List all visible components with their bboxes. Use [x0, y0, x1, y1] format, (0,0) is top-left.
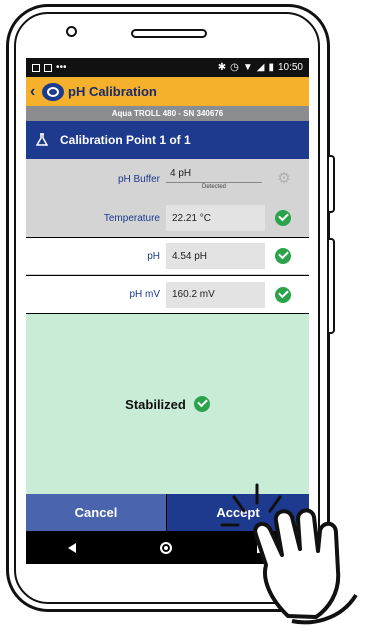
- app-logo-icon: [42, 82, 64, 101]
- gear-icon[interactable]: ⚙: [276, 171, 292, 187]
- back-icon[interactable]: [68, 542, 77, 553]
- volume-button: [329, 155, 335, 213]
- front-camera: [66, 26, 77, 37]
- ph-label: pH: [147, 250, 160, 262]
- ph-mv-row: pH mV 160.2 mV: [26, 276, 309, 313]
- device-label: Aqua TROLL 480 - SN 340676: [26, 106, 309, 121]
- chevron-left-icon[interactable]: ‹: [30, 83, 40, 101]
- check-icon: [275, 210, 291, 226]
- ph-buffer-value: 4 pH: [170, 168, 192, 179]
- temperature-label: Temperature: [103, 212, 160, 224]
- stability-panel: Stabilized: [26, 314, 309, 494]
- stabilized-status: Stabilized: [125, 396, 186, 412]
- battery-icon: ▮: [268, 62, 274, 73]
- ph-mv-label: pH mV: [129, 289, 160, 300]
- app-bar: ‹ pH Calibration: [26, 77, 309, 106]
- notification-icon: [32, 63, 40, 72]
- temperature-row: Temperature 22.21 °C: [26, 199, 309, 237]
- notification-icon: [44, 63, 52, 72]
- tap-hand-icon: [220, 483, 358, 625]
- detected-note: Detected: [201, 184, 226, 190]
- calibration-header: Calibration Point 1 of 1: [26, 121, 309, 159]
- more-notifications-icon: •••: [56, 62, 67, 73]
- ph-buffer-label: pH Buffer: [117, 173, 160, 185]
- signal-icon: ◢: [256, 62, 265, 73]
- wifi-icon: ▼: [242, 62, 253, 73]
- status-bar: ••• ✱ ◷ ▼ ◢ ▮ 10:50: [26, 58, 309, 77]
- calibration-point-title: Calibration Point 1 of 1: [60, 133, 191, 147]
- ph-value: 4.54 pH: [166, 243, 265, 269]
- ph-row: pH 4.54 pH: [26, 238, 309, 275]
- cancel-button[interactable]: Cancel: [26, 494, 166, 531]
- bluetooth-icon: ✱: [217, 62, 227, 73]
- app-title: pH Calibration: [68, 84, 157, 99]
- power-button: [329, 238, 335, 334]
- check-icon: [275, 286, 291, 303]
- alarm-icon: ◷: [230, 62, 239, 73]
- check-icon: [193, 396, 210, 412]
- ph-buffer-select[interactable]: 4 pH Detected: [166, 164, 262, 194]
- home-icon[interactable]: [160, 541, 173, 554]
- check-icon: [275, 248, 291, 264]
- flask-icon: [36, 133, 48, 146]
- divider: [166, 182, 262, 183]
- clock: 10:50: [277, 62, 303, 73]
- ph-buffer-row: pH Buffer 4 pH Detected ⚙: [26, 159, 309, 199]
- temperature-value: 22.21 °C: [166, 205, 265, 231]
- ph-mv-value: 160.2 mV: [166, 281, 265, 308]
- speaker-grille: [131, 29, 207, 38]
